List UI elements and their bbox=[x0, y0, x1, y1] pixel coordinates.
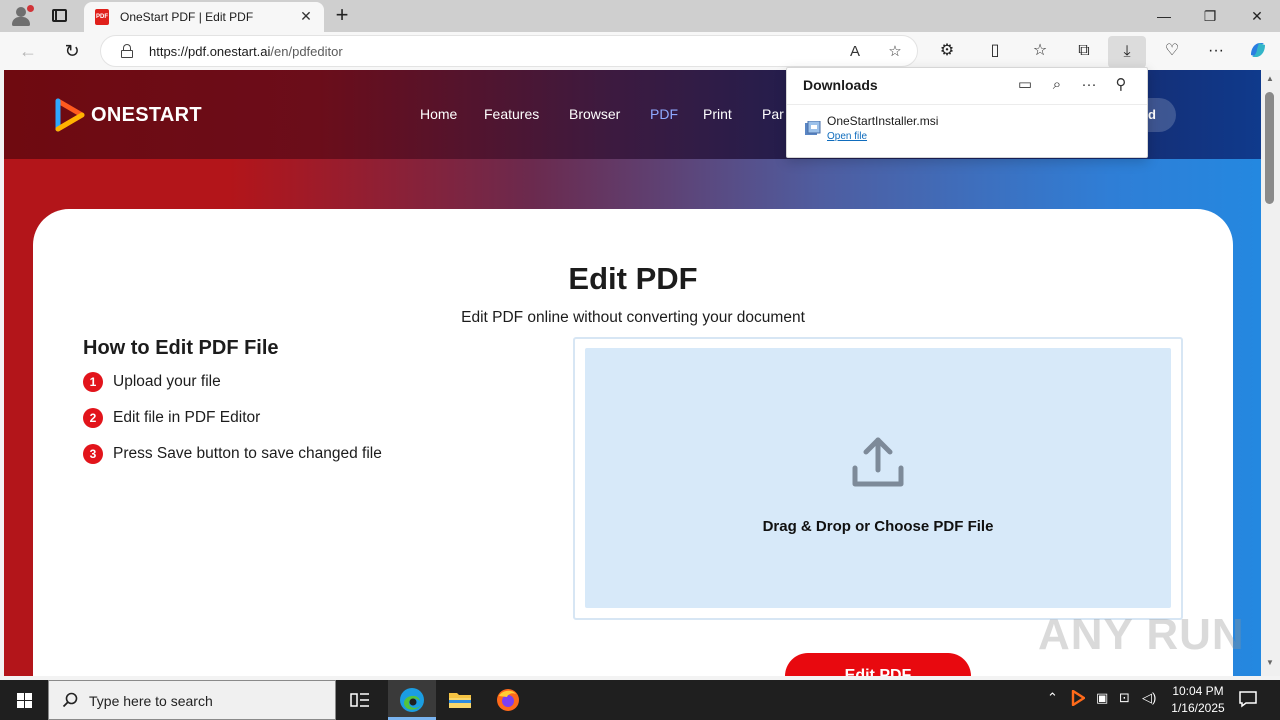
drop-zone[interactable]: Drag & Drop or Choose PDF File bbox=[585, 348, 1171, 608]
system-clock[interactable]: 10:04 PM 1/16/2025 bbox=[1160, 683, 1236, 717]
tab-title: OneStart PDF | Edit PDF bbox=[120, 10, 254, 24]
search-icon bbox=[62, 692, 78, 708]
network-icon[interactable]: ⊡ bbox=[1119, 690, 1130, 706]
restore-icon[interactable]: ❐ bbox=[1200, 6, 1220, 26]
open-folder-icon[interactable]: ▭ bbox=[1014, 74, 1036, 96]
upload-icon[interactable] bbox=[849, 434, 907, 492]
drop-zone-label[interactable]: Drag & Drop or Choose PDF File bbox=[585, 518, 1171, 535]
taskbar-search[interactable]: Type here to search bbox=[48, 680, 336, 720]
url-host: https://pdf.onestart.ai bbox=[149, 44, 271, 59]
upload-area[interactable]: Drag & Drop or Choose PDF File bbox=[573, 337, 1183, 620]
start-button[interactable] bbox=[0, 680, 48, 720]
device-tray-icon[interactable]: ▣ bbox=[1096, 690, 1108, 706]
search-placeholder: Type here to search bbox=[89, 693, 213, 709]
scroll-down-icon[interactable]: ▼ bbox=[1266, 658, 1274, 667]
profile-icon[interactable] bbox=[10, 5, 34, 27]
onestart-logo-icon[interactable] bbox=[54, 98, 86, 132]
edge-taskbar-icon[interactable] bbox=[388, 680, 436, 720]
nav-features[interactable]: Features bbox=[484, 106, 539, 122]
tab-close-icon[interactable]: ✕ bbox=[298, 8, 314, 24]
browser-toolbar: ← ↻ https://pdf.onestart.ai/en/pdfeditor… bbox=[0, 32, 1280, 70]
downloads-panel: Downloads ▭ ⌕ ··· ⚲ OneStartInstaller.ms… bbox=[786, 67, 1148, 158]
taskbar: Type here to search ⌃ ▣ ⊡ ◁) 10:04 PM 1/… bbox=[0, 680, 1280, 720]
downloads-icon[interactable]: ⤓ bbox=[1108, 36, 1146, 68]
address-bar[interactable]: https://pdf.onestart.ai/en/pdfeditor A ☆ bbox=[100, 35, 918, 67]
brand-name[interactable]: ONESTART bbox=[91, 104, 202, 127]
split-screen-icon[interactable]: ▯ bbox=[983, 39, 1007, 63]
step-number-badge: 3 bbox=[83, 444, 103, 464]
extensions-icon[interactable]: ⚙ bbox=[935, 39, 959, 63]
watermark: ANY RUN bbox=[1038, 610, 1245, 659]
firefox-icon[interactable] bbox=[484, 680, 532, 720]
open-file-link[interactable]: Open file bbox=[827, 131, 867, 142]
web-page: ONESTART Home Features Browser PDF Print… bbox=[4, 70, 1261, 676]
editor-card: Edit PDF Edit PDF online without convert… bbox=[33, 209, 1233, 676]
back-icon[interactable]: ← bbox=[16, 39, 40, 63]
tab-actions-icon[interactable] bbox=[50, 7, 70, 25]
browser-essentials-icon[interactable]: ♡ bbox=[1160, 39, 1184, 63]
browser-tab-active[interactable]: PDF OneStart PDF | Edit PDF ✕ bbox=[84, 2, 324, 32]
favorite-star-icon[interactable]: ☆ bbox=[885, 42, 905, 62]
lock-icon[interactable] bbox=[121, 44, 133, 58]
edit-pdf-label: Edit PDF bbox=[844, 667, 912, 676]
page-title: Edit PDF bbox=[568, 261, 698, 296]
scroll-up-icon[interactable]: ▲ bbox=[1266, 74, 1274, 83]
clock-date: 1/16/2025 bbox=[1171, 701, 1225, 715]
file-explorer-icon[interactable] bbox=[436, 680, 484, 720]
edit-pdf-button[interactable]: Edit PDF bbox=[785, 653, 971, 676]
installer-file-icon bbox=[804, 120, 821, 137]
url-path: /en/pdfeditor bbox=[270, 44, 343, 59]
copilot-icon[interactable] bbox=[1246, 39, 1270, 63]
divider bbox=[787, 104, 1147, 105]
settings-more-icon[interactable]: ··· bbox=[1204, 39, 1228, 63]
clock-time: 10:04 PM bbox=[1172, 684, 1224, 698]
new-tab-button[interactable]: + bbox=[331, 4, 353, 26]
task-view-icon[interactable] bbox=[336, 680, 384, 720]
tab-strip: PDF OneStart PDF | Edit PDF ✕ + — ❐ ✕ bbox=[0, 0, 1280, 32]
nav-browser[interactable]: Browser bbox=[569, 106, 620, 122]
step-text: Upload your file bbox=[113, 373, 221, 390]
howto-heading: How to Edit PDF File bbox=[83, 337, 279, 359]
notifications-icon[interactable] bbox=[1238, 690, 1258, 708]
url-text[interactable]: https://pdf.onestart.ai/en/pdfeditor bbox=[149, 44, 343, 59]
step-number-badge: 1 bbox=[83, 372, 103, 392]
read-aloud-icon[interactable]: A bbox=[845, 42, 865, 62]
window-close-icon[interactable]: ✕ bbox=[1247, 6, 1267, 26]
step-text: Edit file in PDF Editor bbox=[113, 409, 261, 426]
downloads-title: Downloads bbox=[803, 77, 878, 93]
nav-print[interactable]: Print bbox=[703, 106, 732, 122]
scroll-thumb[interactable] bbox=[1265, 92, 1274, 204]
nav-home[interactable]: Home bbox=[420, 106, 457, 122]
more-options-icon[interactable]: ··· bbox=[1078, 74, 1100, 96]
collections-icon[interactable]: ⧉ bbox=[1072, 39, 1096, 63]
favorites-icon[interactable]: ☆ bbox=[1028, 39, 1052, 63]
step-number-badge: 2 bbox=[83, 408, 103, 428]
page-subtitle: Edit PDF online without converting your … bbox=[461, 309, 805, 326]
header-action-label: d bbox=[1148, 107, 1156, 122]
volume-icon[interactable]: ◁) bbox=[1142, 690, 1156, 706]
pin-icon[interactable]: ⚲ bbox=[1110, 74, 1132, 96]
minimize-icon[interactable]: — bbox=[1154, 6, 1174, 26]
pdf-favicon-icon: PDF bbox=[95, 9, 109, 25]
refresh-icon[interactable]: ↻ bbox=[60, 39, 84, 63]
nav-partial[interactable]: Par bbox=[762, 106, 784, 122]
search-downloads-icon[interactable]: ⌕ bbox=[1046, 74, 1068, 96]
download-file-name[interactable]: OneStartInstaller.msi bbox=[827, 114, 938, 128]
step-text: Press Save button to save changed file bbox=[113, 445, 382, 462]
vertical-scrollbar[interactable]: ▲ ▼ bbox=[1261, 70, 1280, 676]
nav-pdf[interactable]: PDF bbox=[650, 106, 678, 122]
show-hidden-icons-icon[interactable]: ⌃ bbox=[1047, 690, 1058, 706]
onestart-tray-icon[interactable] bbox=[1071, 689, 1086, 709]
windows-logo-icon bbox=[17, 693, 32, 708]
